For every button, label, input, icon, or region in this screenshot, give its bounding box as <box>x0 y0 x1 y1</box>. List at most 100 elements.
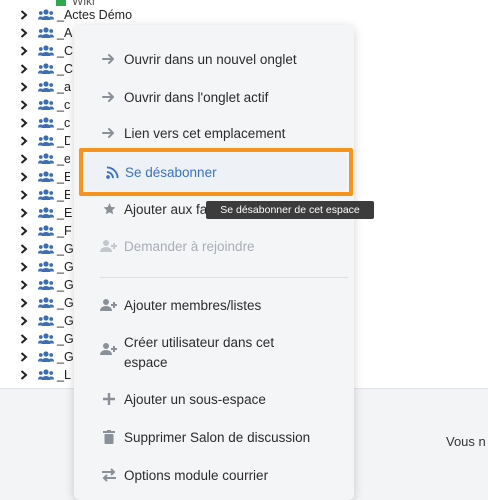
menu-item-create-user[interactable]: Créer utilisateur dans cet espace <box>100 333 304 373</box>
menu-separator <box>100 277 348 278</box>
group-icon <box>38 351 54 363</box>
tree-item-label: _G <box>57 314 74 328</box>
chevron-right-icon[interactable] <box>18 27 30 39</box>
chevron-right-icon[interactable] <box>18 81 30 93</box>
tree-item[interactable]: _E <box>18 186 72 204</box>
plus-icon <box>100 391 118 407</box>
tree-item[interactable]: _G <box>18 276 74 294</box>
tree-item-label: _G <box>57 296 74 310</box>
group-icon <box>38 333 54 345</box>
menu-item-open-active-tab[interactable]: Ouvrir dans l'onglet actif <box>100 89 268 105</box>
tree-item[interactable]: _E <box>18 204 72 222</box>
tree-item[interactable]: _G <box>18 258 74 276</box>
trash-icon <box>100 429 118 445</box>
group-icon <box>38 81 54 93</box>
tree-item-label: _G <box>57 332 74 346</box>
menu-item-request-join[interactable]: Demander à rejoindre <box>100 238 255 254</box>
menu-item-link-location[interactable]: Lien vers cet emplacement <box>100 125 285 141</box>
tree-item[interactable]: _L <box>18 366 71 384</box>
group-icon <box>38 63 54 75</box>
group-icon <box>38 27 54 39</box>
tree-item[interactable]: _C <box>18 42 73 60</box>
tree-item[interactable]: _C <box>18 60 73 78</box>
tree-item[interactable]: _D <box>18 132 73 150</box>
arrow-right-icon <box>100 89 118 105</box>
context-menu: Ouvrir dans un nouvel onglet Ouvrir dans… <box>74 25 354 500</box>
group-icon <box>38 117 54 129</box>
chevron-right-icon[interactable] <box>18 189 30 201</box>
tree-item[interactable]: _Actes Démo <box>18 6 132 24</box>
arrow-right-icon <box>100 125 118 141</box>
tree-item[interactable]: _E <box>18 168 72 186</box>
chevron-right-icon[interactable] <box>18 315 30 327</box>
content-text-fragment: Vous n <box>446 434 486 449</box>
tree-item-label: _a <box>57 80 71 94</box>
chevron-right-icon[interactable] <box>18 351 30 363</box>
chevron-right-icon[interactable] <box>18 207 30 219</box>
tree-item-label: _L <box>57 368 71 382</box>
tree-item[interactable]: _A <box>18 24 72 42</box>
focus-highlight-box <box>79 148 353 196</box>
star-icon <box>100 201 118 217</box>
user-plus-icon <box>100 238 118 254</box>
tree-item[interactable]: _e <box>18 150 71 168</box>
chevron-right-icon[interactable] <box>18 99 30 111</box>
tree-item-label: _C <box>57 62 73 76</box>
tree-item[interactable]: _G <box>18 348 74 366</box>
tree-item[interactable]: _G <box>18 312 74 330</box>
group-icon <box>38 279 54 291</box>
tree-item-label: _c <box>57 116 71 130</box>
exchange-arrows-icon <box>100 467 118 483</box>
group-icon <box>38 315 54 327</box>
menu-item-add-favorites[interactable]: Ajouter aux fa <box>100 201 207 217</box>
group-icon <box>38 9 54 21</box>
chevron-right-icon[interactable] <box>18 171 30 183</box>
chevron-right-icon[interactable] <box>18 261 30 273</box>
tree-item[interactable]: _c <box>18 96 70 114</box>
unsubscribe-tooltip: Se désabonner de cet espace <box>206 201 374 219</box>
tree-item[interactable]: _c <box>18 114 70 132</box>
user-plus-icon <box>100 341 118 357</box>
chevron-right-icon[interactable] <box>18 135 30 147</box>
group-icon <box>38 135 54 147</box>
group-icon <box>38 99 54 111</box>
group-icon <box>38 369 54 381</box>
chevron-right-icon[interactable] <box>18 297 30 309</box>
menu-item-mail-options[interactable]: Options module courrier <box>100 467 268 483</box>
chevron-right-icon[interactable] <box>18 63 30 75</box>
menu-item-add-subspace[interactable]: Ajouter un sous-espace <box>100 391 266 407</box>
menu-item-add-members[interactable]: Ajouter membres/listes <box>100 297 261 313</box>
chevron-right-icon[interactable] <box>18 9 30 21</box>
group-icon <box>38 207 54 219</box>
menu-item-open-new-tab[interactable]: Ouvrir dans un nouvel onglet <box>100 51 297 67</box>
wiki-icon <box>56 0 66 6</box>
chevron-right-icon[interactable] <box>18 243 30 255</box>
tree-item[interactable]: _G <box>18 240 74 258</box>
chevron-right-icon[interactable] <box>18 333 30 345</box>
chevron-right-icon[interactable] <box>18 117 30 129</box>
chevron-right-icon[interactable] <box>18 153 30 165</box>
tree-item-label: _A <box>57 26 73 40</box>
tree-item-label: _F <box>57 224 72 238</box>
group-icon <box>38 153 54 165</box>
tree-item[interactable]: _G <box>18 330 74 348</box>
arrow-right-icon <box>100 51 118 67</box>
tree-item-label: _c <box>57 98 71 112</box>
chevron-right-icon[interactable] <box>18 369 30 381</box>
tree-item[interactable]: _a <box>18 78 71 96</box>
menu-item-delete-chat[interactable]: Supprimer Salon de discussion <box>100 429 310 445</box>
user-plus-icon <box>100 297 118 313</box>
group-icon <box>38 261 54 273</box>
chevron-right-icon[interactable] <box>18 45 30 57</box>
tree-item-label: _Actes Démo <box>57 8 133 22</box>
group-icon <box>38 297 54 309</box>
tree-item-label: _e <box>57 152 71 166</box>
chevron-right-icon[interactable] <box>18 225 30 237</box>
tree-item[interactable]: _F <box>18 222 72 240</box>
group-icon <box>38 171 54 183</box>
tree-item[interactable]: _G <box>18 294 74 312</box>
group-icon <box>38 189 54 201</box>
chevron-right-icon[interactable] <box>18 279 30 291</box>
tree-item-label: _G <box>57 350 74 364</box>
tree-item-label: _C <box>57 44 73 58</box>
